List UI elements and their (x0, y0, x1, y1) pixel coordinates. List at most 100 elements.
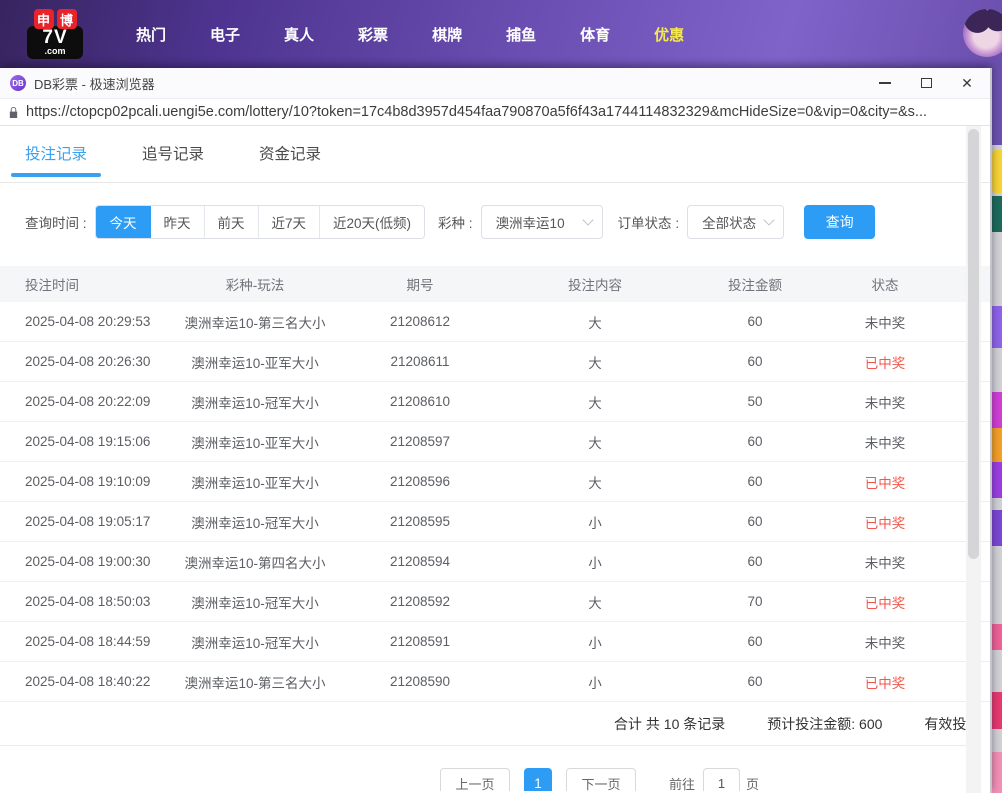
promo-thumbnail (992, 692, 1002, 729)
maximize-button[interactable] (919, 76, 933, 90)
bet-amount: 60 (695, 634, 815, 649)
promo-thumbnail (992, 196, 1002, 232)
nav-item-slots[interactable]: 电子 (195, 24, 255, 45)
col-header-time: 投注时间 (0, 274, 165, 294)
game-play: 澳洲幸运10-冠军大小 (165, 592, 345, 612)
summary-total: 合计 共 10 条记录 (614, 714, 725, 734)
bet-time: 2025-04-08 19:05:17 (0, 514, 165, 529)
game-play: 澳洲幸运10-第四名大小 (165, 552, 345, 572)
goto-page-input[interactable] (703, 768, 740, 791)
summary-expected-amount: 预计投注金额: 600 (767, 714, 882, 734)
table-row: 2025-04-08 19:05:17 澳洲幸运10-冠军大小 21208595… (0, 502, 990, 542)
nav-item-lottery[interactable]: 彩票 (343, 24, 403, 45)
bet-content: 小 (495, 672, 695, 692)
lottery-record-page: 投注记录 追号记录 资金记录 查询时间 : 今天 昨天 前天 近7天 近20天(… (0, 126, 990, 791)
chevron-down-icon (763, 214, 774, 225)
bet-amount: 60 (695, 434, 815, 449)
status-select-value: 全部状态 (702, 212, 756, 232)
search-button[interactable]: 查询 (804, 205, 875, 239)
time-option-7days[interactable]: 近7天 (258, 206, 320, 238)
site-logo[interactable]: 申 博 7V .com (26, 9, 84, 59)
record-tabs: 投注记录 追号记录 资金记录 (0, 126, 990, 183)
col-header-issue: 期号 (345, 274, 495, 294)
window-controls: ✕ (878, 76, 974, 90)
bet-content: 大 (495, 432, 695, 452)
logo-badges: 申 博 (34, 9, 77, 29)
nav-item-live[interactable]: 真人 (269, 24, 329, 45)
bet-time: 2025-04-08 19:15:06 (0, 434, 165, 449)
table-row: 2025-04-08 20:22:09 澳洲幸运10-冠军大小 21208610… (0, 382, 990, 422)
screen: 申 博 7V .com 热门 电子 真人 彩票 棋牌 捕鱼 体育 优惠 (0, 0, 1002, 793)
site-banner: 申 博 7V .com 热门 电子 真人 彩票 棋牌 捕鱼 体育 优惠 (0, 0, 1002, 68)
nav-item-fishing[interactable]: 捕鱼 (491, 24, 551, 45)
bet-amount: 60 (695, 314, 815, 329)
bet-time: 2025-04-08 20:29:53 (0, 314, 165, 329)
bet-time: 2025-04-08 18:40:22 (0, 674, 165, 689)
promo-thumbnail (992, 306, 1002, 348)
bet-content: 大 (495, 352, 695, 372)
lottery-filter-label: 彩种 : (438, 212, 473, 232)
promo-thumbnail (992, 624, 1002, 650)
bet-status: 未中奖 (815, 552, 955, 572)
bet-status: 未中奖 (815, 392, 955, 412)
bet-content: 大 (495, 312, 695, 332)
bet-content: 小 (495, 512, 695, 532)
time-filter-label: 查询时间 : (25, 212, 87, 232)
pagination: 上一页 1 下一页 前往 页 (440, 768, 759, 791)
logo-sub-text: .com (44, 47, 65, 56)
table-row: 2025-04-08 18:50:03 澳洲幸运10-冠军大小 21208592… (0, 582, 990, 622)
nav-item-cards[interactable]: 棋牌 (417, 24, 477, 45)
time-option-daybefore[interactable]: 前天 (204, 206, 258, 238)
url-bar[interactable]: https://ctopcp02pcali.uengi5e.com/lotter… (0, 98, 990, 126)
next-page-button[interactable]: 下一页 (566, 768, 636, 791)
window-scrollbar[interactable] (966, 126, 981, 793)
table-row: 2025-04-08 19:15:06 澳洲幸运10-亚军大小 21208597… (0, 422, 990, 462)
background-page-strip (992, 68, 1002, 793)
bet-time: 2025-04-08 19:10:09 (0, 474, 165, 489)
game-play: 澳洲幸运10-冠军大小 (165, 632, 345, 652)
promo-thumbnail (992, 752, 1002, 793)
col-header-amount: 投注金额 (695, 274, 815, 294)
current-page-button[interactable]: 1 (524, 768, 552, 791)
lottery-select[interactable]: 澳洲幸运10 (481, 205, 603, 239)
bet-content: 大 (495, 392, 695, 412)
url-text: https://ctopcp02pcali.uengi5e.com/lotter… (26, 104, 981, 120)
bet-content: 大 (495, 472, 695, 492)
table-summary: 合计 共 10 条记录 预计投注金额: 600 有效投注金额 (0, 702, 966, 746)
issue-number: 21208591 (345, 634, 495, 649)
window-title: DB彩票 - 极速浏览器 (34, 74, 155, 93)
logo-main-text: 7V (42, 29, 67, 47)
prev-page-button[interactable]: 上一页 (440, 768, 510, 791)
time-option-20days[interactable]: 近20天(低频) (319, 206, 424, 238)
table-row: 2025-04-08 20:29:53 澳洲幸运10-第三名大小 2120861… (0, 302, 990, 342)
tab-bet-records[interactable]: 投注记录 (25, 126, 87, 182)
promo-thumbnail (992, 462, 1002, 498)
close-button[interactable]: ✕ (960, 76, 974, 90)
tab-fund-records[interactable]: 资金记录 (259, 126, 321, 182)
bet-amount: 60 (695, 674, 815, 689)
time-option-today[interactable]: 今天 (95, 205, 152, 239)
bet-time: 2025-04-08 18:50:03 (0, 594, 165, 609)
minimize-button[interactable] (878, 76, 892, 90)
time-option-yesterday[interactable]: 昨天 (151, 206, 204, 238)
issue-number: 21208590 (345, 674, 495, 689)
bet-amount: 50 (695, 394, 815, 409)
order-status-select[interactable]: 全部状态 (687, 205, 784, 239)
lottery-select-value: 澳洲幸运10 (496, 212, 565, 232)
summary-valid-amount: 有效投注金额 (924, 714, 966, 734)
bet-amount: 60 (695, 554, 815, 569)
col-header-content: 投注内容 (495, 274, 695, 294)
bet-status: 已中奖 (815, 512, 955, 532)
bet-status: 未中奖 (815, 432, 955, 452)
issue-number: 21208597 (345, 434, 495, 449)
main-nav: 热门 电子 真人 彩票 棋牌 捕鱼 体育 优惠 (114, 24, 706, 45)
nav-item-promo[interactable]: 优惠 (639, 24, 699, 45)
goto-label: 前往 (669, 774, 695, 792)
nav-item-sports[interactable]: 体育 (565, 24, 625, 45)
bet-time: 2025-04-08 19:00:30 (0, 554, 165, 569)
app-icon: DB (10, 75, 26, 91)
nav-item-hot[interactable]: 热门 (121, 24, 181, 45)
bet-amount: 60 (695, 474, 815, 489)
tab-chase-records[interactable]: 追号记录 (142, 126, 204, 182)
scrollbar-thumb[interactable] (968, 129, 979, 559)
